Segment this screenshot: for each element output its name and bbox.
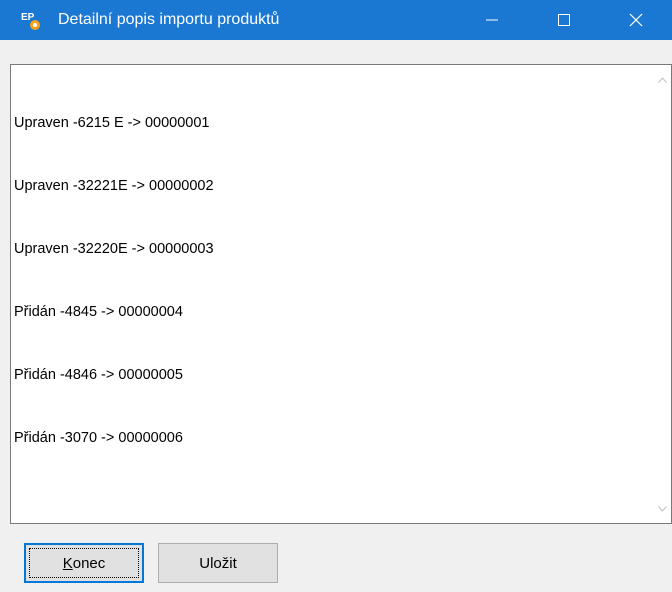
vertical-scrollbar[interactable]: [654, 65, 671, 523]
log-line: Upraven -32221E -> 00000002: [14, 178, 214, 194]
ulozit-button[interactable]: Uložit: [158, 543, 278, 583]
scroll-up-button[interactable]: [654, 71, 671, 88]
close-icon: [629, 13, 643, 27]
maximize-icon: [558, 14, 570, 26]
ulozit-button-label: Uložit: [199, 554, 237, 572]
chevron-up-icon: [658, 76, 667, 83]
window-title: Detailní popis importu produktů: [58, 11, 280, 28]
log-line: Přidán -4846 -> 00000005: [14, 367, 183, 383]
minimize-icon: [486, 19, 498, 21]
konec-button[interactable]: Konec: [24, 543, 144, 583]
log-line: Přidán -4845 -> 00000004: [14, 304, 183, 320]
log-line: Upraven -32220E -> 00000003: [14, 241, 214, 257]
log-lines: Upraven -6215 E -> 00000001 Upraven -322…: [14, 71, 214, 491]
import-log-textarea[interactable]: Upraven -6215 E -> 00000001 Upraven -322…: [10, 64, 672, 524]
log-line: Upraven -6215 E -> 00000001: [14, 115, 210, 131]
chevron-down-icon: [658, 505, 667, 512]
maximize-button[interactable]: [528, 0, 600, 40]
app-icon: EP: [20, 9, 42, 31]
minimize-button[interactable]: [456, 0, 528, 40]
scroll-down-button[interactable]: [654, 500, 671, 517]
close-button[interactable]: [600, 0, 672, 40]
title-bar[interactable]: EP Detailní popis importu produktů: [0, 0, 672, 40]
konec-button-label: Konec: [62, 554, 106, 572]
dialog-window: EP Detailní popis importu produktů Uprav…: [0, 0, 672, 592]
log-line: Přidán -3070 -> 00000006: [14, 430, 183, 446]
